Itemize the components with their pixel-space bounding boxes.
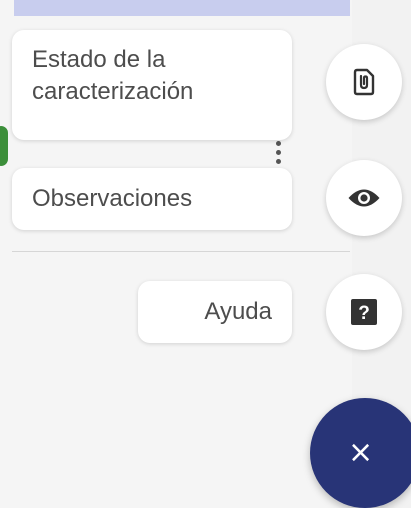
paperclip-document-icon <box>353 68 375 96</box>
close-menu-button[interactable]: × <box>310 398 411 508</box>
help-icon: ? <box>351 299 377 325</box>
help-icon-glyph: ? <box>358 303 370 324</box>
estado-label-line-2: caracterización <box>32 78 194 105</box>
dot <box>276 159 281 164</box>
dot <box>276 141 281 146</box>
close-icon: × <box>348 435 374 470</box>
divider <box>12 251 350 252</box>
ayuda-label[interactable]: Ayuda <box>138 281 292 343</box>
overflow-menu-icon[interactable] <box>276 141 282 165</box>
estado-label-line-1: Estado de la <box>32 46 166 73</box>
observaciones-label[interactable]: Observaciones <box>12 168 292 230</box>
observaciones-button[interactable] <box>326 160 402 236</box>
observaciones-label-text: Observaciones <box>32 185 193 212</box>
dot <box>276 150 281 155</box>
estado-caracterizacion-label[interactable]: Estado de la caracterización <box>12 30 292 140</box>
status-indicator <box>0 126 8 166</box>
eye-icon <box>348 189 380 207</box>
estado-caracterizacion-button[interactable] <box>326 44 402 120</box>
ayuda-button[interactable]: ? <box>326 274 402 350</box>
screen: Estado de la caracterización Observacion… <box>0 0 411 508</box>
ayuda-label-text: Ayuda <box>204 298 272 325</box>
header-bar <box>14 0 350 16</box>
